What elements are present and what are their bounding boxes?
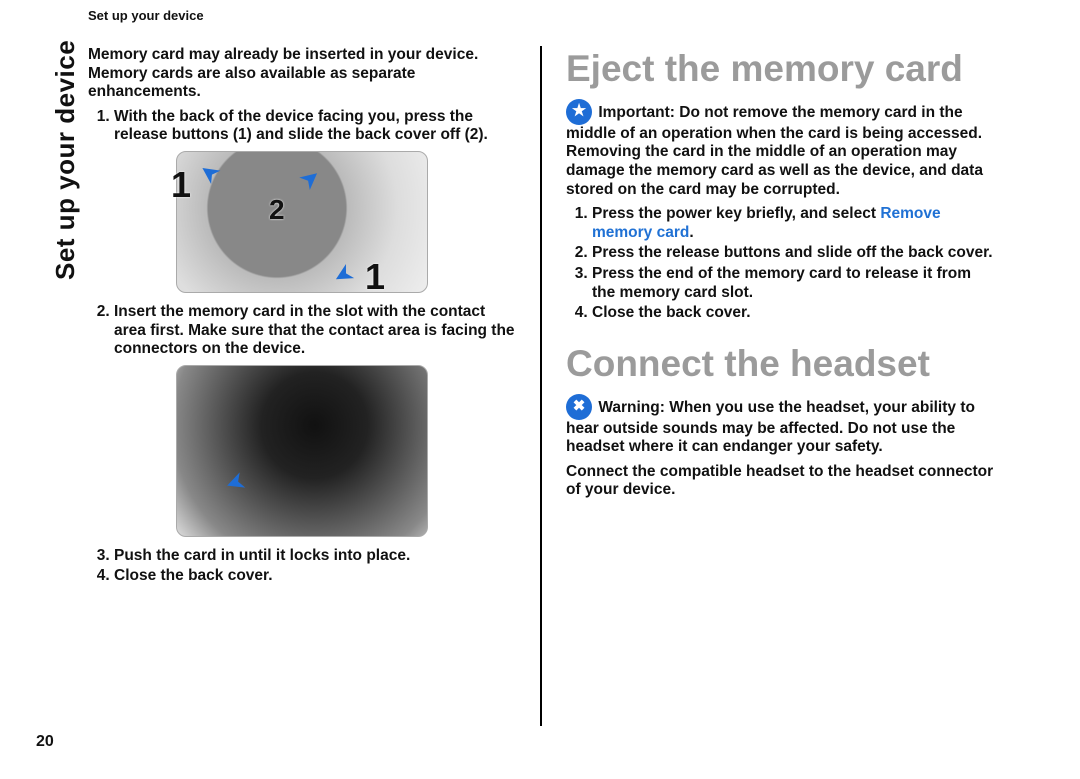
figure-label-1b: 1: [365, 256, 385, 298]
heading-connect-headset: Connect the headset: [566, 345, 994, 384]
eject-step-1-text-b: .: [689, 224, 693, 241]
eject-steps: Press the power key briefly, and select …: [566, 205, 994, 323]
eject-step-3: Press the end of the memory card to rele…: [592, 265, 994, 302]
important-label: Important:: [598, 104, 675, 121]
page-number: 20: [36, 733, 54, 751]
arrow-icon: [289, 160, 328, 199]
left-column: Memory card may already be inserted in y…: [88, 46, 540, 726]
insert-card-steps-end: Push the card in until it locks into pla…: [88, 547, 516, 586]
step-2: Insert the memory card in the slot with …: [114, 303, 516, 359]
manual-page: Set up your device Set up your device Me…: [0, 0, 1080, 779]
important-note: Important: Do not remove the memory card…: [566, 99, 994, 199]
step-4: Close the back cover.: [114, 567, 516, 586]
right-column: Eject the memory card Important: Do not …: [542, 46, 994, 726]
important-icon: [566, 99, 592, 125]
intro-text: Memory card may already be inserted in y…: [88, 46, 516, 102]
headset-body: Connect the compatible headset to the he…: [566, 463, 994, 500]
warning-note: Warning: When you use the headset, your …: [566, 394, 994, 457]
side-section-title: Set up your device: [50, 40, 81, 280]
eject-step-1-text-a: Press the power key briefly, and select: [592, 205, 880, 222]
figure-remove-back-cover: 1 2 1: [176, 151, 428, 293]
insert-card-steps-cont: Insert the memory card in the slot with …: [88, 303, 516, 359]
warning-label: Warning:: [598, 399, 665, 416]
two-column-layout: Memory card may already be inserted in y…: [88, 46, 1040, 726]
arrow-icon: [326, 255, 364, 293]
running-header: Set up your device: [88, 8, 204, 23]
insert-card-steps: With the back of the device facing you, …: [88, 108, 516, 145]
eject-step-4: Close the back cover.: [592, 304, 994, 323]
eject-step-2: Press the release buttons and slide off …: [592, 244, 994, 263]
figure-label-1a: 1: [171, 164, 191, 206]
figure-label-2: 2: [269, 194, 285, 226]
arrow-icon: [219, 464, 255, 500]
figure-insert-card: [176, 365, 428, 537]
warning-icon: [566, 394, 592, 420]
arrow-icon: [192, 154, 231, 193]
eject-step-1: Press the power key briefly, and select …: [592, 205, 994, 242]
step-3: Push the card in until it locks into pla…: [114, 547, 516, 566]
heading-eject-memory-card: Eject the memory card: [566, 50, 994, 89]
step-1: With the back of the device facing you, …: [114, 108, 516, 145]
